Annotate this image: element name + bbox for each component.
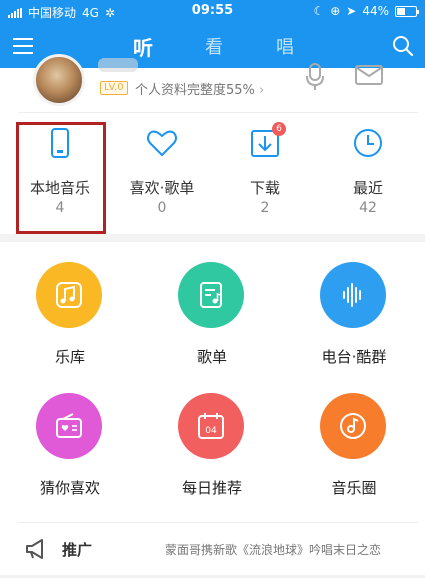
music-circle-label: 音乐圈: [331, 479, 377, 497]
battery-percent: 44%: [362, 4, 389, 18]
tab-watch[interactable]: 看: [205, 33, 223, 59]
chevron-right-icon: ›: [259, 83, 265, 98]
heart-icon: [147, 130, 177, 156]
music-library-label: 乐库: [54, 348, 85, 366]
promo-label: 推广: [62, 541, 93, 559]
highlight-box: [16, 122, 106, 234]
divider: [18, 522, 418, 523]
grid-item-music-circle[interactable]: 音乐圈: [284, 393, 424, 513]
mail-icon[interactable]: [354, 64, 384, 88]
grid-item-daily-recommend[interactable]: 04 每日推荐: [142, 393, 282, 513]
microphone-icon[interactable]: [304, 62, 326, 92]
download-badge: 6: [272, 122, 286, 136]
favorites-playlist-item[interactable]: 喜欢·歌单 0: [112, 114, 212, 232]
status-bar: 中国移动 4G ✲ 09:55 ☾ ⊕ ➤ 44%: [0, 0, 425, 24]
radio-label: 电台·酷群: [321, 348, 387, 366]
grid-item-radio[interactable]: 电台·酷群: [284, 262, 424, 382]
level-badge: LV.0: [100, 81, 128, 95]
profile-section: LV.0 个人资料完整度55% ›: [0, 54, 425, 112]
songlist-icon: [178, 262, 244, 328]
clock-icon: [354, 129, 382, 157]
radio-heart-icon: [36, 393, 102, 459]
music-disc-icon: [320, 393, 386, 459]
favorites-playlist-count: 0: [157, 200, 167, 216]
profile-completeness-link[interactable]: 个人资料完整度55% ›: [135, 79, 264, 98]
recent-count: 42: [359, 200, 377, 216]
download-count: 2: [260, 200, 270, 216]
tab-listen[interactable]: 听: [133, 32, 153, 61]
search-icon[interactable]: [391, 34, 415, 58]
tab-sing[interactable]: 唱: [276, 33, 294, 59]
screen: 中国移动 4G ✲ 09:55 ☾ ⊕ ➤ 44% 听 看 唱 LV.0 个人资…: [0, 0, 425, 578]
divider: [18, 112, 418, 113]
section-separator: [0, 234, 425, 242]
moon-icon: ☾: [313, 4, 325, 18]
recent-item[interactable]: 最近 42: [318, 114, 418, 232]
lock-rotation-icon: ⊕: [330, 4, 341, 18]
megaphone-icon: [26, 539, 43, 559]
grid-item-guess-you-like[interactable]: 猜你喜欢: [0, 393, 140, 513]
promo-bar[interactable]: 推广 蒙面哥携新歌《流浪地球》吟唱末日之恋: [0, 522, 425, 578]
radio-wave-icon: [320, 262, 386, 328]
location-icon: ➤: [346, 4, 357, 18]
favorites-playlist-label: 喜欢·歌单: [129, 179, 195, 197]
recent-label: 最近: [352, 179, 383, 197]
profile-completeness-text: 个人资料完整度55%: [135, 83, 255, 98]
username: [98, 58, 138, 72]
calendar-icon: 04: [178, 393, 244, 459]
daily-recommend-label: 每日推荐: [181, 479, 242, 497]
guess-you-like-label: 猜你喜欢: [39, 479, 100, 497]
battery-icon: [395, 5, 419, 17]
grid-item-songlist[interactable]: 歌单: [142, 262, 282, 382]
status-right: ☾ ⊕ ➤ 44%: [313, 4, 419, 18]
grid-item-music-library[interactable]: 乐库: [0, 262, 140, 382]
songlist-label: 歌单: [196, 348, 227, 366]
download-label: 下载: [249, 179, 280, 197]
svg-text:04: 04: [205, 426, 217, 436]
music-note-icon: [36, 262, 102, 328]
download-item[interactable]: 6 下载 2: [215, 114, 315, 232]
avatar[interactable]: [33, 54, 85, 106]
promo-text: 蒙面哥携新歌《流浪地球》吟唱末日之恋: [165, 543, 382, 557]
